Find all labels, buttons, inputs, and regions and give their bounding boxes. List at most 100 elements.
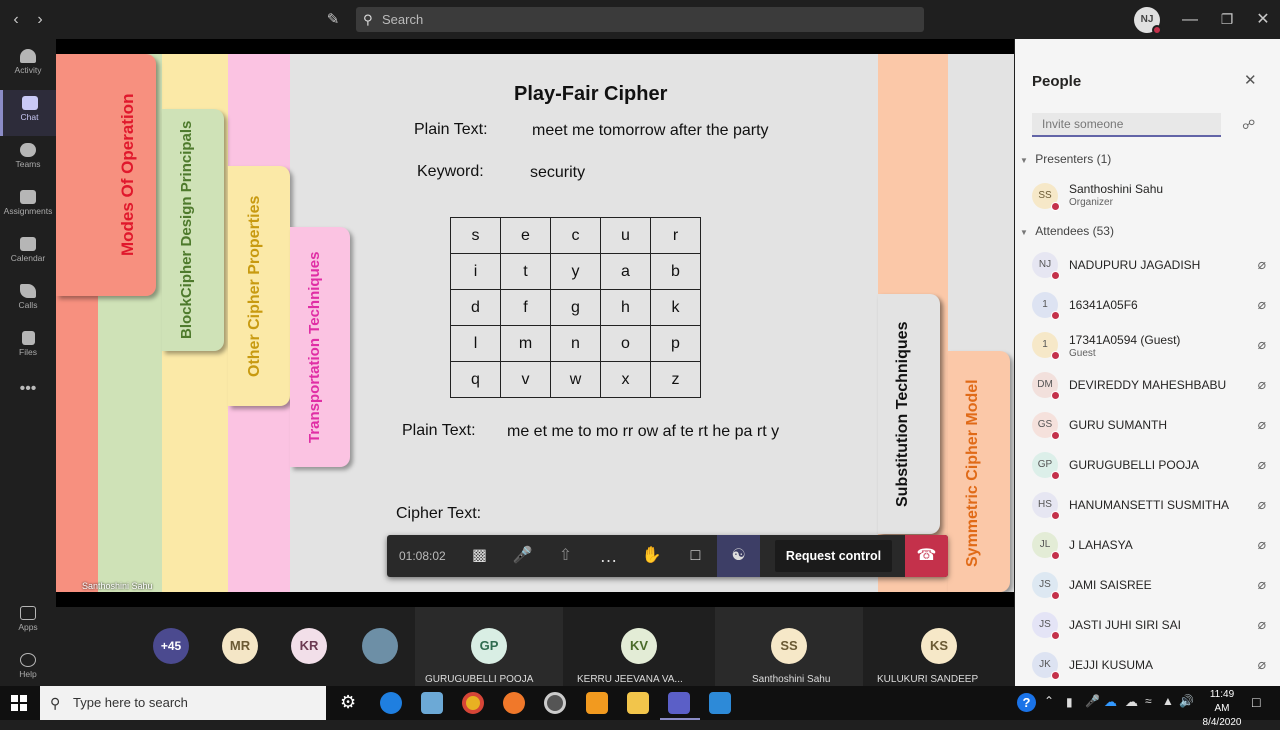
rail-item-teams[interactable]: Teams — [0, 137, 56, 183]
list-item[interactable]: SS Santhoshini Sahu Organizer — [1015, 175, 1280, 217]
matrix-cell: f — [500, 289, 551, 326]
rail-item-apps[interactable]: Apps — [0, 600, 56, 646]
avatar: SS — [1032, 183, 1060, 211]
raise-hand-icon[interactable]: ✋ — [630, 535, 673, 577]
search-input[interactable]: ⚲ Search — [356, 7, 924, 32]
list-item[interactable]: GP GURUGUBELLI POOJA ⌀ — [1015, 446, 1280, 486]
chrome-icon[interactable] — [462, 692, 484, 714]
photos-icon[interactable] — [709, 692, 731, 714]
firefox-icon[interactable] — [503, 692, 525, 714]
share-screen-icon[interactable]: ⇧ — [544, 535, 587, 577]
windows-start-icon[interactable] — [11, 695, 27, 711]
mic-muted-icon[interactable]: ⌀ — [1258, 376, 1266, 393]
camera-off-icon[interactable]: ▩ — [458, 535, 501, 577]
mic-muted-icon[interactable]: ⌀ — [1258, 576, 1266, 593]
playfair-key-matrix: securityabdfghklmnopqvwxz — [450, 217, 701, 398]
avatar-photo[interactable] — [362, 628, 398, 664]
participant-tile[interactable]: SS Santhoshini Sahu — [715, 607, 863, 686]
chat-icon[interactable]: □ — [674, 535, 717, 577]
plain-text-pairs-label: Plain Text: — [402, 422, 476, 439]
invite-input[interactable]: Invite someone — [1032, 113, 1221, 137]
teams-taskbar-icon[interactable] — [668, 692, 690, 714]
list-item[interactable]: HS HANUMANSETTI SUSMITHA ⌀ — [1015, 486, 1280, 526]
settings-gear-icon[interactable]: ⚙ — [340, 692, 356, 713]
tab-symmetric: Symmetric Cipher Model — [948, 351, 1010, 592]
people-title: People — [1032, 73, 1082, 90]
cloud-icon[interactable]: ☁ — [1125, 694, 1138, 710]
participant-name: Santhoshini Sahu — [1069, 182, 1164, 196]
battery-icon[interactable]: ▮ — [1066, 695, 1073, 709]
mic-muted-icon[interactable]: ⌀ — [1258, 496, 1266, 513]
notifications-icon[interactable]: □ — [1252, 694, 1260, 710]
participant-tile[interactable]: KV KERRU JEEVANA VA... — [565, 607, 713, 686]
chevron-right-icon[interactable]: › — [28, 0, 52, 39]
overflow-participants-button[interactable]: +45 — [153, 628, 189, 664]
list-item[interactable]: JL J LAHASYA ⌀ — [1015, 526, 1280, 566]
status-dot-icon — [1051, 351, 1060, 360]
list-item[interactable]: DM DEVIREDDY MAHESHBABU ⌀ — [1015, 366, 1280, 406]
list-item[interactable]: JS JASTI JUHI SIRI SAI ⌀ — [1015, 606, 1280, 646]
mic-muted-icon[interactable]: ⌀ — [1258, 456, 1266, 473]
hang-up-button[interactable]: ☎ — [905, 535, 948, 577]
close-window-icon[interactable]: ✕ — [1251, 0, 1275, 39]
mic-muted-icon[interactable]: ⌀ — [1258, 336, 1266, 353]
link-icon[interactable]: ☍ — [1242, 117, 1255, 133]
volume-icon[interactable]: 🔊 — [1179, 694, 1194, 708]
rail-item-files[interactable]: Files — [0, 325, 56, 371]
avatar[interactable]: MR — [222, 628, 258, 664]
app-icon[interactable] — [421, 692, 443, 714]
mic-tray-icon[interactable]: 🎤 — [1085, 694, 1100, 708]
chevron-up-icon[interactable]: ⌃ — [1044, 694, 1054, 708]
avatar[interactable]: KR — [291, 628, 327, 664]
wifi-icon[interactable]: ≈ — [1145, 694, 1152, 708]
rail-item-chat[interactable]: Chat — [0, 90, 56, 136]
network-icon[interactable]: ▲ — [1162, 694, 1174, 708]
tab-label: Modes Of Operation — [118, 93, 137, 257]
list-item[interactable]: 1 17341A0594 (Guest) Guest ⌀ — [1015, 326, 1280, 366]
clock[interactable]: 11:49 AM 8/4/2020 — [1202, 688, 1242, 730]
rail-item-assignments[interactable]: Assignments — [0, 184, 56, 230]
presenters-header[interactable]: ▼ Presenters (1) — [1020, 152, 1111, 166]
minimize-icon[interactable]: — — [1178, 0, 1202, 39]
tab-label: Substitution Techniques — [894, 321, 911, 507]
chevron-left-icon[interactable]: ‹ — [4, 0, 28, 39]
media-player-icon[interactable] — [544, 692, 566, 714]
mic-muted-icon[interactable]: ⌀ — [1258, 656, 1266, 673]
onedrive-icon[interactable]: ☁ — [1104, 694, 1117, 710]
avatar: JS — [1032, 612, 1060, 640]
help-tray-icon[interactable]: ? — [1017, 693, 1036, 712]
more-actions-icon[interactable]: … — [587, 535, 630, 577]
rail-item-calls[interactable]: Calls — [0, 278, 56, 324]
mic-muted-icon[interactable]: ⌀ — [1258, 256, 1266, 273]
more-apps-button[interactable]: ••• — [0, 377, 56, 423]
list-item[interactable]: GS GURU SUMANTH ⌀ — [1015, 406, 1280, 446]
compose-icon[interactable]: ✎ — [321, 0, 345, 39]
edge-icon[interactable] — [380, 692, 402, 714]
user-avatar[interactable]: NJ — [1134, 7, 1162, 35]
sublime-icon[interactable] — [586, 692, 608, 714]
mic-muted-icon[interactable]: ⌀ — [1258, 536, 1266, 553]
mic-muted-icon[interactable]: ⌀ — [1258, 416, 1266, 433]
request-control-label: Request control — [785, 549, 882, 563]
matrix-cell: r — [650, 217, 701, 254]
list-item[interactable]: NJ NADUPURU JAGADISH ⌀ — [1015, 246, 1280, 286]
participant-tile[interactable]: KS KULUKURI SANDEEP — [865, 607, 1013, 686]
list-item[interactable]: 1 16341A05F6 ⌀ — [1015, 286, 1280, 326]
participants-icon[interactable]: ☯ — [717, 535, 760, 577]
file-explorer-icon[interactable] — [627, 692, 649, 714]
request-control-button[interactable]: Request control — [775, 540, 892, 572]
assignments-icon — [20, 190, 36, 204]
maximize-icon[interactable]: ❐ — [1215, 0, 1239, 39]
attendees-header[interactable]: ▼ Attendees (53) — [1020, 224, 1114, 238]
list-item[interactable]: JS JAMI SAISREE ⌀ — [1015, 566, 1280, 606]
close-icon[interactable]: ✕ — [1244, 71, 1257, 89]
rail-item-activity[interactable]: Activity — [0, 43, 56, 89]
mic-muted-icon[interactable]: ⌀ — [1258, 296, 1266, 313]
taskbar-search-input[interactable]: ⚲ Type here to search — [40, 686, 326, 720]
list-item[interactable]: JK JEJJI KUSUMA ⌀ — [1015, 646, 1280, 686]
participant-tile[interactable]: GP GURUGUBELLI POOJA — [415, 607, 563, 686]
mic-off-icon[interactable]: 🎤 — [501, 535, 544, 577]
rail-item-calendar[interactable]: Calendar — [0, 231, 56, 277]
mic-muted-icon[interactable]: ⌀ — [1258, 616, 1266, 633]
participant-name: KULUKURI SANDEEP — [877, 674, 979, 685]
